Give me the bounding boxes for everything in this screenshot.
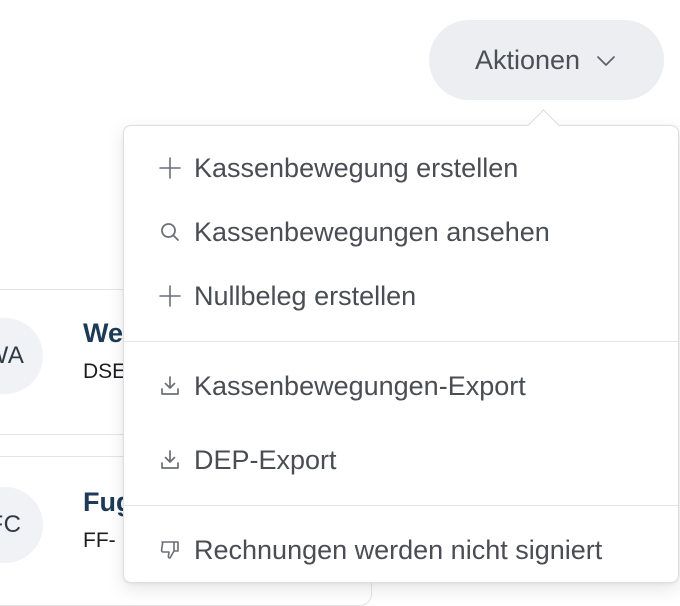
- chevron-down-icon: [594, 49, 618, 73]
- menu-divider: [124, 505, 678, 506]
- plus-icon: [158, 284, 182, 308]
- menu-item-label: DEP-Export: [194, 444, 337, 475]
- menu-item-label: Kassenbewegungen-Export: [194, 370, 526, 401]
- download-icon: [158, 448, 182, 472]
- list-item-subtitle: FF-: [83, 529, 116, 552]
- menu-item-cash-movements-export[interactable]: Kassenbewegungen-Export: [124, 358, 678, 414]
- avatar: FC: [0, 487, 43, 563]
- menu-item-label: Nullbeleg erstellen: [194, 280, 417, 311]
- avatar-initials: WA: [0, 342, 25, 369]
- menu-item-create-cash-movement[interactable]: Kassenbewegung erstellen: [124, 140, 678, 196]
- actions-button-label: Aktionen: [474, 44, 581, 75]
- menu-item-view-cash-movements[interactable]: Kassenbewegungen ansehen: [124, 204, 678, 260]
- menu-item-label: Kassenbewegung erstellen: [194, 152, 519, 183]
- list-item-title: We: [83, 318, 124, 348]
- plus-icon: [158, 156, 182, 180]
- download-icon: [158, 374, 182, 398]
- menu-divider: [124, 341, 678, 342]
- actions-button[interactable]: Aktionen: [429, 20, 664, 100]
- menu-item-label: Rechnungen werden nicht signiert: [194, 534, 603, 565]
- menu-item-dep-export[interactable]: DEP-Export: [124, 432, 678, 488]
- thumbs-down-icon: [158, 538, 182, 562]
- search-icon: [158, 220, 182, 244]
- menu-item-create-null-receipt[interactable]: Nullbeleg erstellen: [124, 268, 678, 324]
- menu-item-invoices-not-signed[interactable]: Rechnungen werden nicht signiert: [124, 522, 678, 578]
- avatar-initials: FC: [0, 511, 22, 538]
- menu-item-label: Kassenbewegungen ansehen: [194, 216, 550, 247]
- avatar: WA: [0, 318, 43, 394]
- actions-dropdown-menu: Kassenbewegung erstellen Kassenbewegunge…: [123, 125, 679, 583]
- list-item-subtitle: DSE: [83, 360, 127, 383]
